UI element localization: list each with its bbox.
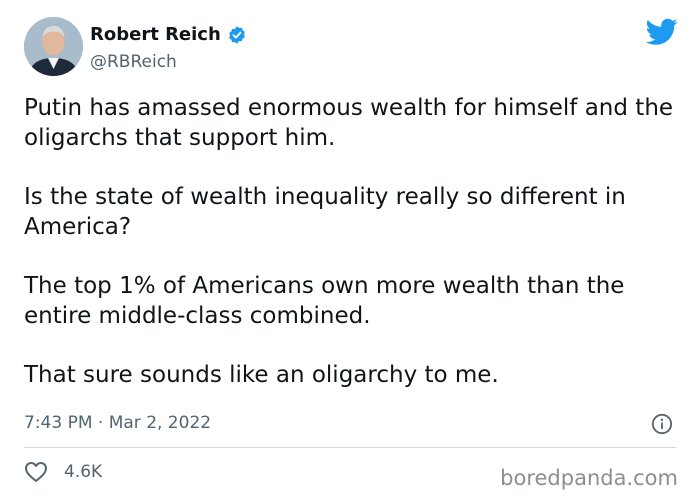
author-handle[interactable]: @RBReich [90, 51, 177, 73]
author-name-row: Robert Reich [90, 24, 247, 46]
watermark: boredpanda.com [500, 466, 678, 490]
author-name[interactable]: Robert Reich [90, 24, 221, 46]
tweet-body: Putin has amassed enormous wealth for hi… [24, 94, 684, 391]
tweet-paragraph: Is the state of wealth inequality really… [24, 184, 626, 240]
tweet-timestamp[interactable]: 7:43 PM · Mar 2, 2022 [24, 412, 211, 434]
tweet-paragraph: The top 1% of Americans own more wealth … [24, 273, 625, 329]
tweet-paragraph: That sure sounds like an oligarchy to me… [24, 362, 499, 388]
tweet-paragraph: Putin has amassed enormous wealth for hi… [24, 95, 674, 151]
twitter-bird-icon[interactable] [646, 18, 678, 46]
like-button[interactable]: 4.6K [24, 461, 102, 483]
divider [24, 447, 676, 448]
like-count: 4.6K [64, 462, 103, 482]
heart-icon [25, 462, 47, 482]
info-icon[interactable] [651, 413, 673, 435]
verified-badge-icon [228, 26, 245, 44]
avatar[interactable] [24, 17, 83, 76]
